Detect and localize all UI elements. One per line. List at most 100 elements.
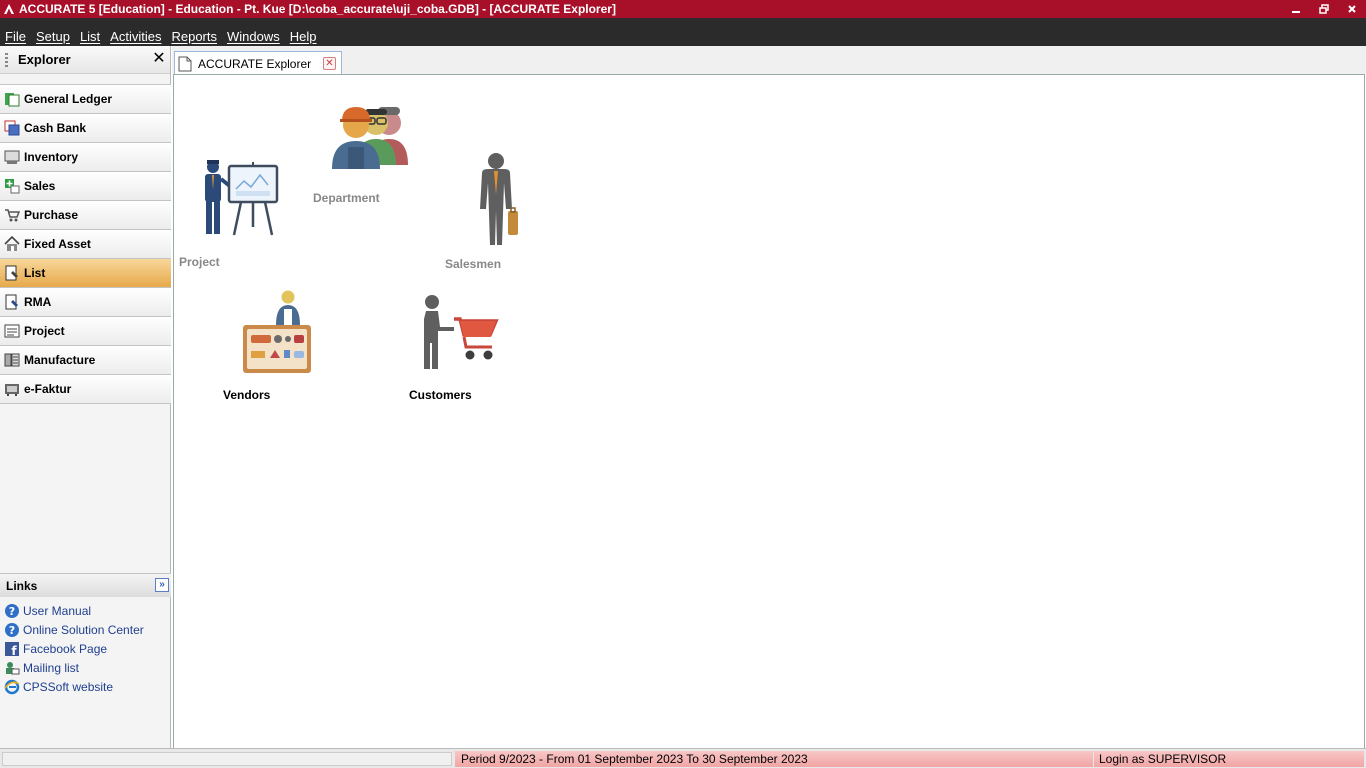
status-login: Login as SUPERVISOR bbox=[1094, 751, 1364, 767]
explorer-sidebar: Explorer ✕ General Ledger Cash Bank Inve… bbox=[0, 46, 171, 748]
team-people-icon bbox=[332, 107, 408, 169]
sidebar-item-general-ledger[interactable]: General Ledger bbox=[0, 85, 171, 114]
link-label: Online Solution Center bbox=[23, 622, 144, 637]
sidebar-item-label: Sales bbox=[24, 179, 56, 193]
sidebar-item-fixed-asset[interactable]: Fixed Asset bbox=[0, 230, 171, 259]
efaktur-icon bbox=[4, 381, 20, 397]
status-period: Period 9/2023 - From 01 September 2023 T… bbox=[455, 751, 1093, 767]
ie-icon bbox=[4, 679, 20, 695]
link-cpssoft-website[interactable]: CPSSoft website bbox=[0, 677, 171, 696]
menu-setup[interactable]: Setup bbox=[31, 29, 75, 44]
window-title: ACCURATE 5 [Education] - Education - Pt.… bbox=[19, 2, 616, 16]
sidebar-item-label: Manufacture bbox=[24, 353, 96, 367]
vendor-stall-icon bbox=[243, 290, 311, 373]
link-label: CPSSoft website bbox=[23, 679, 114, 694]
sidebar-item-label: Inventory bbox=[24, 150, 79, 164]
link-label: User Manual bbox=[23, 603, 92, 618]
salesmen-shortcut[interactable]: Salesmen bbox=[436, 153, 546, 273]
menu-reports[interactable]: Reports bbox=[166, 29, 222, 44]
project-shortcut[interactable]: Project bbox=[174, 153, 284, 271]
document-icon bbox=[178, 56, 192, 72]
facebook-icon: f bbox=[4, 641, 20, 657]
menu-help[interactable]: Help bbox=[285, 29, 322, 44]
link-online-solution-center[interactable]: ? Online Solution Center bbox=[0, 620, 171, 639]
link-label: Facebook Page bbox=[23, 641, 108, 656]
sidebar-item-manufacture[interactable]: Manufacture bbox=[0, 346, 171, 375]
svg-text:f: f bbox=[11, 644, 17, 657]
link-facebook-page[interactable]: f Facebook Page bbox=[0, 639, 171, 658]
link-user-manual[interactable]: ? User Manual bbox=[0, 601, 171, 620]
sidebar-item-purchase[interactable]: Purchase bbox=[0, 201, 171, 230]
title-bar: ACCURATE 5 [Education] - Education - Pt.… bbox=[0, 0, 1366, 18]
customers-shortcut[interactable]: Customers bbox=[406, 285, 516, 405]
restore-button[interactable] bbox=[1310, 0, 1338, 18]
close-icon[interactable]: ✕ bbox=[151, 50, 167, 68]
cash-bank-icon bbox=[4, 120, 20, 136]
presenter-icon bbox=[205, 160, 279, 236]
department-shortcut[interactable]: Department bbox=[304, 89, 424, 209]
project-label: Project bbox=[179, 255, 220, 269]
menu-file[interactable]: File bbox=[0, 29, 31, 44]
links-list: ? User Manual ? Online Solution Center f… bbox=[0, 601, 171, 696]
cart-icon bbox=[4, 207, 20, 223]
sidebar-item-label: General Ledger bbox=[24, 92, 113, 106]
link-mailing-list[interactable]: Mailing list bbox=[0, 658, 171, 677]
menu-windows[interactable]: Windows bbox=[222, 29, 285, 44]
manufacture-icon bbox=[4, 352, 20, 368]
menu-list[interactable]: List bbox=[75, 29, 105, 44]
sidebar-item-label: Fixed Asset bbox=[24, 237, 91, 251]
sidebar-item-inventory[interactable]: Inventory bbox=[0, 143, 171, 172]
link-label: Mailing list bbox=[23, 660, 80, 675]
vendors-shortcut[interactable]: Vendors bbox=[218, 285, 328, 405]
status-progress-panel bbox=[2, 752, 452, 766]
tab-close-icon[interactable]: ✕ bbox=[323, 57, 336, 70]
salesman-icon bbox=[480, 153, 518, 245]
house-icon bbox=[4, 236, 20, 252]
customers-label: Customers bbox=[409, 388, 472, 402]
shopping-cart-customer-icon bbox=[424, 295, 499, 369]
sidebar-item-e-faktur[interactable]: e-Faktur bbox=[0, 375, 171, 404]
accurate-logo-icon bbox=[2, 2, 16, 16]
sidebar-item-cash-bank[interactable]: Cash Bank bbox=[0, 114, 171, 143]
help-icon: ? bbox=[4, 622, 20, 638]
sidebar-item-project[interactable]: Project bbox=[0, 317, 171, 346]
collapse-chevron-icon[interactable]: » bbox=[155, 578, 169, 592]
menu-bar: File Setup List Activities Reports Windo… bbox=[0, 26, 1366, 46]
inventory-icon bbox=[4, 149, 20, 165]
help-icon: ? bbox=[4, 603, 20, 619]
project-icon bbox=[4, 323, 20, 339]
svg-text:?: ? bbox=[9, 624, 15, 637]
sidebar-item-sales[interactable]: Sales bbox=[0, 172, 171, 201]
sidebar-item-label: RMA bbox=[24, 295, 52, 309]
close-window-button[interactable] bbox=[1338, 0, 1366, 18]
sales-icon bbox=[4, 178, 20, 194]
status-bar: Period 9/2023 - From 01 September 2023 T… bbox=[0, 748, 1366, 768]
vendors-label: Vendors bbox=[223, 388, 271, 402]
sidebar-item-label: List bbox=[24, 266, 46, 280]
sidebar-item-label: Project bbox=[24, 324, 65, 338]
sidebar-item-list[interactable]: List bbox=[0, 259, 171, 288]
sidebar-item-label: Purchase bbox=[24, 208, 79, 222]
links-title: Links bbox=[6, 578, 38, 593]
sidebar-item-rma[interactable]: RMA bbox=[0, 288, 171, 317]
tab-strip: ACCURATE Explorer ✕ bbox=[172, 46, 1366, 75]
menu-activities[interactable]: Activities bbox=[105, 29, 166, 44]
explorer-content: Project Department Salesmen Vendors Cust… bbox=[173, 74, 1365, 748]
sidebar-item-label: Cash Bank bbox=[24, 121, 87, 135]
department-label: Department bbox=[313, 191, 380, 205]
explorer-header: Explorer ✕ bbox=[0, 46, 170, 74]
list-icon bbox=[4, 265, 20, 281]
tab-accurate-explorer[interactable]: ACCURATE Explorer ✕ bbox=[174, 51, 342, 75]
tab-label: ACCURATE Explorer bbox=[198, 56, 312, 71]
salesmen-label: Salesmen bbox=[445, 257, 502, 271]
minimize-button[interactable] bbox=[1282, 0, 1310, 18]
rma-icon bbox=[4, 294, 20, 310]
explorer-title: Explorer bbox=[18, 52, 71, 67]
explorer-nav: General Ledger Cash Bank Inventory Sales… bbox=[0, 85, 171, 404]
links-header[interactable]: Links » bbox=[0, 573, 171, 597]
sidebar-item-label: e-Faktur bbox=[24, 382, 72, 396]
drag-grip-icon[interactable] bbox=[5, 53, 8, 67]
svg-text:?: ? bbox=[9, 605, 15, 618]
toolbar-strip bbox=[0, 18, 1366, 26]
ledger-icon bbox=[4, 91, 20, 107]
